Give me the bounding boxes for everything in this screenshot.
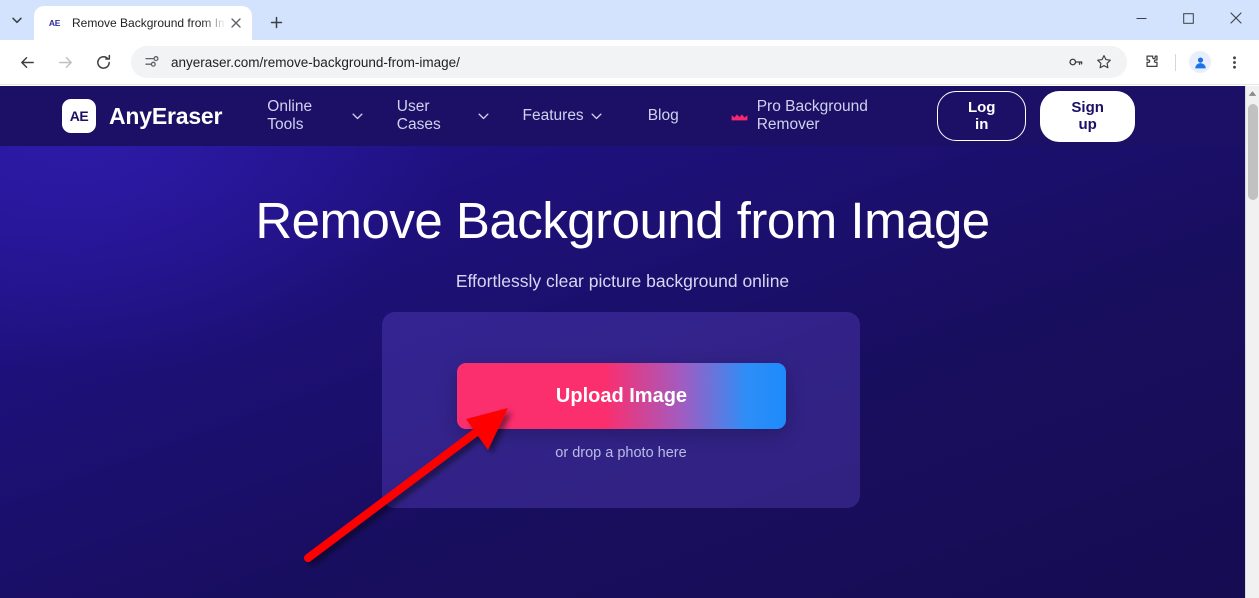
brand-name: AnyEraser [109,102,223,129]
page-scrollbar[interactable] [1245,86,1259,598]
browser-toolbar: anyeraser.com/remove-background-from-ima… [0,40,1259,85]
reload-icon[interactable] [87,46,119,78]
scroll-up-icon[interactable] [1246,86,1259,101]
anyeraser-logo-icon: AE [62,99,96,133]
page-settings-icon[interactable] [143,53,161,71]
profile-account-avatar-icon[interactable] [1185,47,1215,77]
scrollbar-thumb[interactable] [1248,104,1258,200]
nav-item-features[interactable]: Features [506,96,619,136]
chevron-down-icon [352,107,363,125]
nav-item-online-tools[interactable]: Online Tools [250,96,380,136]
signup-button[interactable]: Sign up [1040,90,1135,142]
toolbar-divider [1175,53,1176,71]
three-dot-menu-icon[interactable] [1219,47,1249,77]
brand-logo[interactable]: AE AnyEraser [62,99,222,133]
nav-label: Blog [647,107,679,124]
address-bar[interactable]: anyeraser.com/remove-background-from-ima… [131,46,1127,78]
page-subtitle: Effortlessly clear picture background on… [455,270,790,291]
tab-title: Remove Background from Image [72,16,226,30]
upload-dropzone-card[interactable]: Upload Image or drop a photo here [382,312,860,508]
anyeraser-landing-page: AE AnyEraser Online Tools User Cases Fea… [0,86,1245,598]
nav-label: User Cases [396,98,441,133]
primary-nav: Online Tools User Cases Features Blog Pr… [250,96,937,136]
tab-search-area [0,0,34,40]
hero-section: Remove Background from Image Effortlessl… [0,146,1245,292]
crown-icon [731,112,748,121]
window-maximize-icon[interactable] [1165,0,1212,36]
nav-label: Pro Background Remover [756,98,868,133]
tab-close-icon[interactable] [226,13,246,33]
site-navbar: AE AnyEraser Online Tools User Cases Fea… [0,86,1245,146]
avatar [1189,51,1211,73]
browser-tab[interactable]: AE Remove Background from Image [34,6,252,40]
page-viewport: AE AnyEraser Online Tools User Cases Fea… [0,86,1259,598]
new-tab-plus-icon[interactable] [261,7,291,37]
chevron-down-icon [477,107,489,125]
anyeraser-favicon: AE [48,18,61,28]
forward-arrow-right-icon[interactable] [49,46,81,78]
chevron-down-icon [591,107,602,125]
extensions-puzzle-piece-icon[interactable] [1136,47,1166,77]
browser-window: AE Remove Background from Image [0,0,1259,598]
nav-label: Features [522,107,584,124]
bookmark-star-icon[interactable] [1091,49,1117,75]
window-minimize-icon[interactable] [1118,0,1165,36]
window-controls [1118,0,1259,36]
password-key-icon[interactable] [1063,49,1089,75]
nav-item-blog[interactable]: Blog [631,96,696,136]
page-title: Remove Background from Image [255,192,990,249]
nav-item-user-cases[interactable]: User Cases [380,96,506,136]
url-text[interactable]: anyeraser.com/remove-background-from-ima… [171,55,1061,70]
nav-label: Online Tools [267,98,313,133]
login-button[interactable]: Log in [937,91,1027,141]
nav-item-pro-background-remover[interactable]: Pro Background Remover [714,96,937,136]
tab-list-chevron-down-icon[interactable] [3,6,31,34]
drop-photo-hint: or drop a photo here [555,445,687,461]
back-arrow-left-icon[interactable] [11,46,43,78]
window-close-icon[interactable] [1212,0,1259,36]
upload-image-button[interactable]: Upload Image [457,363,786,429]
tab-strip: AE Remove Background from Image [0,0,1259,40]
